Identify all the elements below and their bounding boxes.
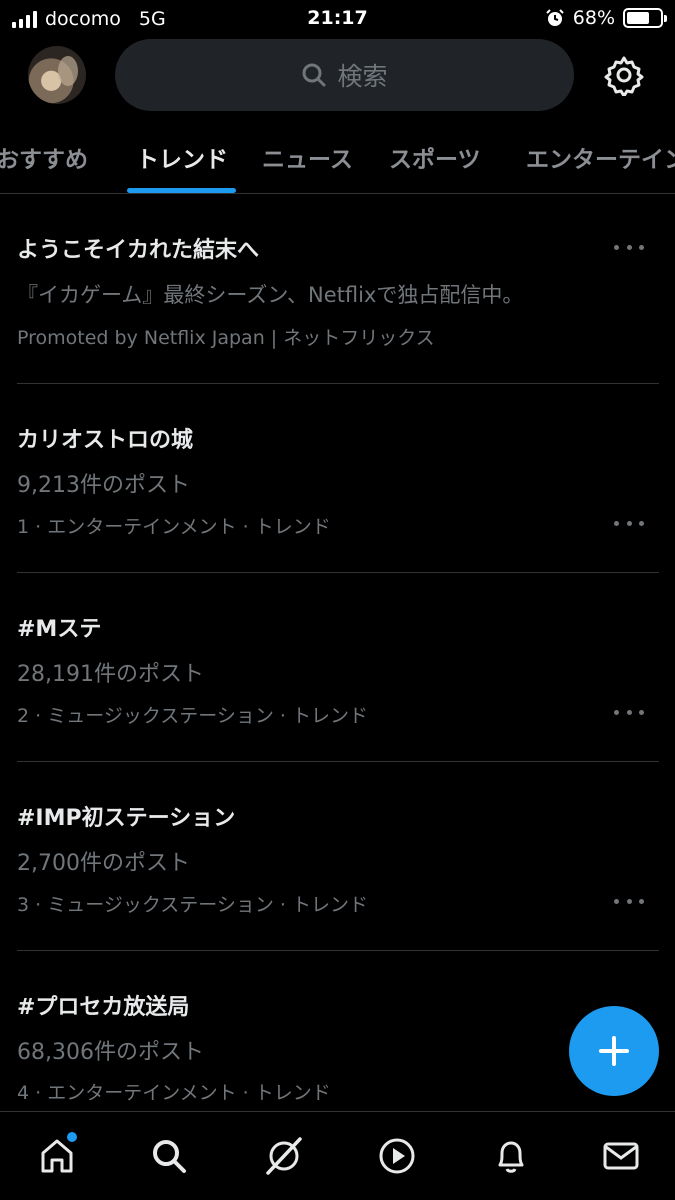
battery-icon — [623, 8, 667, 28]
home-icon — [41, 1139, 73, 1173]
grok-icon — [266, 1137, 302, 1175]
trend-title: #プロセカ放送局 — [17, 995, 190, 1020]
trend-post-count: 68,306件のポスト — [17, 1040, 204, 1065]
trend-post-count: 9,213件のポスト — [17, 473, 190, 498]
nav-grok[interactable] — [262, 1134, 306, 1178]
trend-post-count: 28,191件のポスト — [17, 662, 204, 687]
tab-entertainment[interactable]: エンターテイン — [526, 140, 675, 174]
play-icon — [379, 1138, 415, 1174]
divider — [17, 761, 659, 762]
nav-video[interactable] — [375, 1134, 419, 1178]
trend-meta: 2 · ミュージックステーション · トレンド — [17, 705, 368, 727]
tab-news[interactable]: ニュース — [262, 140, 353, 174]
plus-icon — [599, 1036, 629, 1066]
nav-messages[interactable] — [599, 1134, 643, 1178]
bell-icon — [498, 1141, 524, 1173]
trend-post-count: 2,700件のポスト — [17, 851, 190, 876]
divider — [17, 572, 659, 573]
more-options-icon[interactable] — [614, 894, 644, 908]
active-tab-indicator — [127, 188, 236, 193]
compose-button[interactable] — [569, 1006, 659, 1096]
battery-percent: 68% — [572, 7, 615, 29]
trend-meta: 4 · エンターテインメント · トレンド — [17, 1082, 331, 1104]
trend-meta: 3 · ミュージックステーション · トレンド — [17, 894, 368, 916]
promoted-description: 『イカゲーム』最終シーズン、Netflixで独占配信中。 — [17, 283, 524, 307]
notification-dot — [67, 1132, 77, 1142]
alarm-icon — [546, 9, 564, 26]
nav-search[interactable] — [147, 1134, 191, 1178]
trend-title: カリオストロの城 — [17, 428, 194, 453]
status-right: 68% — [545, 7, 667, 29]
tab-trending[interactable]: トレンド — [136, 140, 228, 174]
promoted-title: ようこそイカれた結末へ — [17, 238, 260, 263]
gear-icon[interactable] — [603, 54, 645, 96]
tab-sports[interactable]: スポーツ — [389, 140, 481, 174]
search-icon — [153, 1140, 186, 1173]
trend-title: #Mステ — [17, 617, 102, 642]
more-options-icon[interactable] — [614, 516, 644, 530]
promoted-by: Promoted by Netflix Japan | ネットフリックス — [17, 327, 435, 349]
status-bar: docomo 5G 21:17 68% — [0, 0, 675, 38]
more-options-icon[interactable] — [614, 705, 644, 719]
mail-icon — [603, 1142, 639, 1170]
tab-recommended[interactable]: おすすめ — [0, 140, 88, 174]
bottom-nav — [0, 1111, 675, 1200]
trend-meta: 1 · エンターテインメント · トレンド — [17, 516, 331, 538]
avatar[interactable] — [28, 46, 86, 104]
search-placeholder: 検索 — [337, 62, 388, 91]
divider — [17, 383, 659, 384]
more-options-icon[interactable] — [614, 240, 644, 254]
tab-bar: おすすめ トレンド ニュース スポーツ エンターテイン — [0, 124, 675, 194]
trend-title: #IMP初ステーション — [17, 806, 236, 831]
nav-home[interactable] — [35, 1132, 79, 1178]
search-icon — [302, 63, 326, 87]
divider — [17, 950, 659, 951]
nav-notifications[interactable] — [489, 1134, 533, 1178]
search-input[interactable]: 検索 — [115, 39, 574, 111]
battery-level — [627, 12, 649, 24]
